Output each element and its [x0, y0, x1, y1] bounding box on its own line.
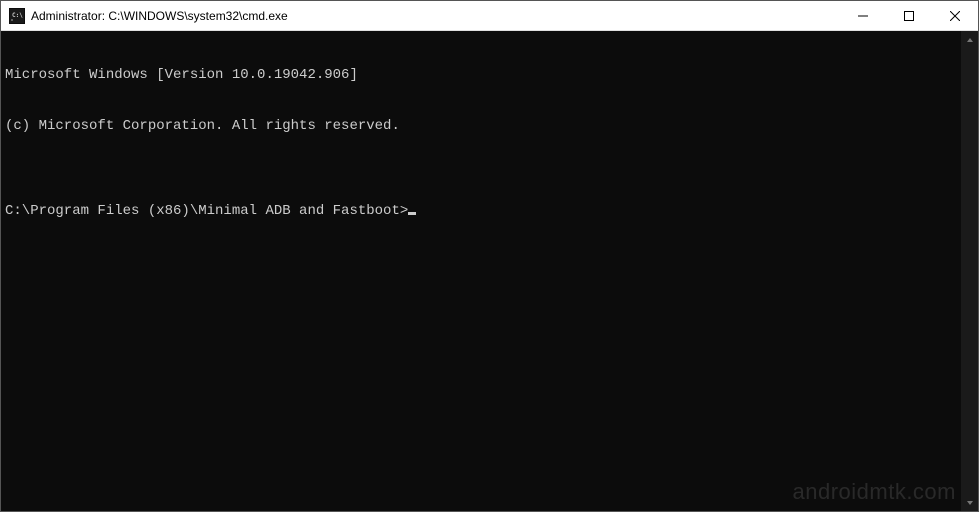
scrollbar-up-button[interactable]: [961, 31, 978, 48]
terminal-line-version: Microsoft Windows [Version 10.0.19042.90…: [5, 67, 957, 84]
svg-text:C:\: C:\: [12, 12, 23, 19]
window-controls: [840, 1, 978, 30]
window-title: Administrator: C:\WINDOWS\system32\cmd.e…: [31, 9, 840, 23]
scrollbar-track[interactable]: [961, 48, 978, 494]
scrollbar-down-button[interactable]: [961, 494, 978, 511]
vertical-scrollbar[interactable]: [961, 31, 978, 511]
terminal-prompt: C:\Program Files (x86)\Minimal ADB and F…: [5, 203, 408, 220]
minimize-button[interactable]: [840, 1, 886, 30]
cmd-window: C:\ Administrator: C:\WINDOWS\system32\c…: [0, 0, 979, 512]
terminal-content[interactable]: Microsoft Windows [Version 10.0.19042.90…: [1, 31, 961, 511]
maximize-button[interactable]: [886, 1, 932, 30]
terminal-prompt-line: C:\Program Files (x86)\Minimal ADB and F…: [5, 203, 957, 220]
terminal-area: Microsoft Windows [Version 10.0.19042.90…: [1, 31, 978, 511]
titlebar[interactable]: C:\ Administrator: C:\WINDOWS\system32\c…: [1, 1, 978, 31]
terminal-cursor: [408, 212, 416, 215]
close-button[interactable]: [932, 1, 978, 30]
cmd-icon: C:\: [9, 8, 25, 24]
terminal-line-copyright: (c) Microsoft Corporation. All rights re…: [5, 118, 957, 135]
